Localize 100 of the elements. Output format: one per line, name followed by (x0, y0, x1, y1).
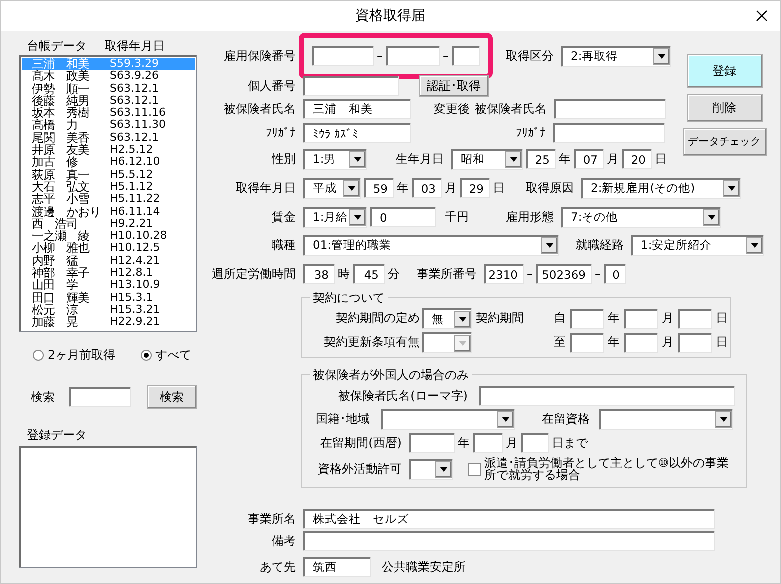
unit-label: 日 (655, 150, 667, 168)
label: 自 (553, 310, 566, 327)
field-label: 被保険者氏名(ローマ字) (338, 388, 468, 404)
action-button[interactable]: 削除 (686, 94, 762, 122)
input-field[interactable]: 45 (353, 264, 385, 284)
input-field[interactable]: 株式会社 セルズ (303, 509, 715, 529)
field-label: 在留期間(西暦) (320, 434, 402, 452)
list-item[interactable]: 小柳 雅也 H10.12.5 (22, 242, 195, 255)
close-icon[interactable] (754, 8, 770, 24)
list-item[interactable]: 神部 幸子 H12.8.1 (22, 267, 195, 280)
list-item[interactable]: 山田 学 H13.10.9 (22, 279, 195, 292)
search-label: 検索 (31, 388, 56, 406)
list-item[interactable]: 伊勢 順一 S63.12.1 (22, 82, 195, 95)
list-item[interactable]: 尾関 美香 S63.12.1 (22, 132, 195, 144)
input-field[interactable]: 38 (303, 264, 335, 284)
field-label: ﾌﾘｶﾞﾅ (265, 126, 296, 140)
list-item[interactable]: 坂本 秀樹 S63.11.16 (22, 107, 195, 120)
input-field[interactable] (570, 308, 604, 328)
unit-label: 時 (338, 266, 350, 282)
list-item[interactable]: 渡邊 かおり H6.11.14 (22, 206, 195, 218)
search-button[interactable]: 検索 (147, 385, 197, 409)
input-field[interactable] (624, 332, 658, 352)
field-label: 被保険者氏名 (223, 100, 296, 118)
input-field[interactable] (303, 76, 399, 96)
list-item[interactable]: 高橋 力 S63.11.30 (22, 119, 195, 132)
input-field[interactable]: 59 (364, 178, 394, 198)
dropdown[interactable]: 7:その他 (561, 206, 721, 228)
dropdown[interactable]: 2:再取得 (561, 46, 671, 66)
list-item[interactable]: 加藤 晃 H22.9.21 (22, 316, 195, 329)
dropdown[interactable]: 平成 (303, 178, 361, 198)
list-item[interactable]: 加古 修 H6.12.10 (22, 156, 195, 169)
input-field[interactable] (553, 123, 665, 143)
input-field[interactable]: 筑西 (303, 557, 371, 577)
unit-label: 日 (493, 180, 505, 196)
unit-label: 月 (662, 334, 675, 351)
dropdown[interactable] (409, 458, 453, 480)
input-field[interactable] (678, 332, 712, 352)
input-field[interactable]: 2310 (484, 264, 524, 284)
input-field[interactable]: 25 (526, 149, 556, 169)
input-field[interactable] (303, 531, 715, 551)
list-item[interactable]: 松元 涼 H15.3.21 (22, 304, 195, 316)
radio-option[interactable]: 2ヶ月前取得 (33, 346, 116, 364)
input-field[interactable]: ﾐｳﾗ ｶｽﾞﾐ (303, 123, 411, 143)
unit-label: 年 (608, 310, 621, 327)
dropdown[interactable]: 1:月給 (303, 206, 367, 228)
dash-label: – (527, 267, 533, 281)
input-field[interactable] (473, 433, 503, 453)
input-field[interactable]: 20 (622, 149, 652, 169)
input-field[interactable] (409, 433, 455, 453)
list-item[interactable]: 後藤 純男 S63.12.1 (22, 94, 195, 108)
field-label: 職種 (271, 236, 296, 254)
list-item[interactable]: 西 浩司 H9.2.21 (22, 218, 195, 230)
dropdown[interactable]: 昭和 (451, 148, 523, 170)
radio-option[interactable]: すべて (140, 346, 192, 364)
action-button[interactable]: データチェック (682, 128, 766, 156)
dropdown[interactable]: 無 (422, 308, 472, 329)
input-field[interactable] (69, 387, 131, 407)
list-item[interactable]: 内野 猛 H12.4.21 (22, 254, 195, 268)
unit-label: 年 (608, 334, 621, 351)
input-field[interactable] (570, 332, 604, 352)
dropdown[interactable]: 01:管理的職業 (303, 234, 559, 256)
input-field[interactable] (452, 46, 480, 66)
field-label: 性別 (270, 150, 296, 168)
input-field[interactable] (312, 46, 374, 66)
field-label: 取得区分 (505, 48, 554, 64)
input-field[interactable] (386, 46, 440, 66)
field-label: 資格外活動許可 (317, 460, 402, 478)
input-field[interactable]: 502369 (536, 264, 592, 284)
input-field[interactable] (554, 99, 666, 119)
checkbox[interactable] (468, 462, 482, 476)
input-field[interactable] (521, 433, 549, 453)
input-field[interactable]: 29 (460, 178, 490, 198)
input-field[interactable]: 0 (604, 264, 626, 284)
input-field[interactable]: 03 (412, 178, 442, 198)
column-header: 台帳データ (26, 38, 88, 54)
dropdown[interactable]: 2:新規雇用(その他) (581, 178, 741, 198)
input-field[interactable] (624, 308, 658, 328)
field-label: 国籍･地域 (315, 410, 370, 428)
label: 公共職業安定所 (382, 558, 466, 576)
list-item[interactable]: 荻原 真一 H5.5.12 (22, 168, 195, 181)
list-item[interactable]: 一之瀬 綾 H10.10.28 (22, 230, 195, 242)
list-item[interactable]: 井原 友美 H2.5.12 (22, 144, 195, 156)
input-field[interactable] (678, 308, 712, 328)
list-item[interactable]: 髙木 政美 S63.9.26 (22, 70, 195, 83)
list-item[interactable]: 大石 弘文 H5.1.12 (22, 180, 195, 194)
list-item[interactable]: 志平 小雪 H5.11.22 (22, 193, 195, 206)
dropdown[interactable]: 1:安定所紹介 (631, 234, 764, 256)
group-title: 契約について (310, 290, 388, 307)
input-field[interactable] (479, 386, 735, 406)
label: 契約期間 (476, 310, 525, 327)
field-label: 雇用形態 (505, 208, 554, 226)
dropdown[interactable]: 1:男 (303, 148, 367, 170)
input-field[interactable]: 07 (574, 149, 604, 169)
label: 至 (553, 334, 566, 351)
input-field[interactable]: 三浦 和美 (303, 99, 411, 119)
verify-button[interactable]: 認証･取得 (419, 75, 489, 97)
field-label: 就職経路 (575, 236, 624, 254)
input-field[interactable]: 0 (370, 207, 436, 227)
action-button[interactable]: 登録 (686, 54, 762, 88)
list-item[interactable]: 田口 輝美 H15.3.1 (22, 292, 195, 304)
